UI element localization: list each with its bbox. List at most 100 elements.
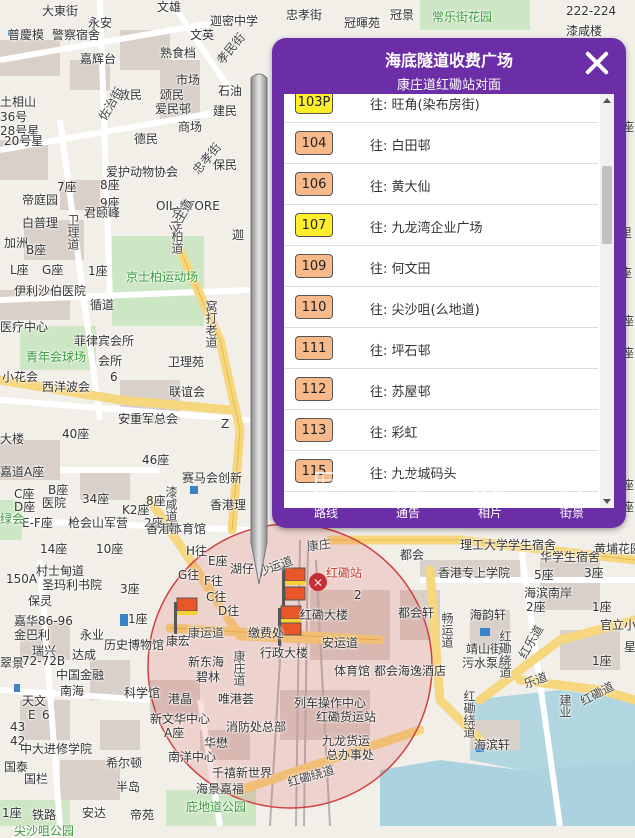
route-number-badge[interactable]: 107 (295, 213, 333, 237)
map-label: 新东海 (188, 655, 225, 669)
map-label: 漆咸道南 (164, 486, 178, 534)
route-row[interactable]: 113 往: 彩虹 (284, 410, 598, 451)
route-list-panel[interactable]: 103P 往: 旺角(染布房街) 104 往: 白田邨 106 往: 黄大仙 107 往: 九… (284, 94, 614, 508)
scrollbar-thumb[interactable] (602, 166, 612, 244)
map-label: 尖沙咀公园 (14, 824, 75, 838)
route-number-badge[interactable]: 112 (295, 377, 333, 401)
scroll-up-arrow-icon[interactable] (603, 98, 611, 103)
route-destination: 往: 旺角(染布房街) (370, 98, 480, 113)
map-label: 3座 (120, 582, 140, 596)
map-label: 靖山街 (466, 642, 503, 656)
map-label: 医疗中心 (0, 320, 49, 334)
map-label: B座 (26, 243, 47, 257)
map-label: 康运道 (188, 626, 225, 640)
route-number-badge[interactable]: 113 (295, 418, 333, 442)
map-label: 体育馆 (334, 664, 371, 678)
map-label: 红磡大楼 (300, 608, 349, 622)
map-label: 官立小 (600, 618, 635, 632)
route-number-badge[interactable]: 111 (295, 336, 333, 360)
map-label: 海滨轩 (474, 738, 511, 752)
tab-route[interactable]: 路线 (286, 472, 366, 526)
map-label: 1座 (592, 600, 612, 614)
map-label: 华懋 (204, 736, 229, 750)
tab-notice[interactable]: 通告 (368, 472, 448, 526)
map-label: G往 (178, 568, 200, 582)
bus-stop-popup: 海底隧道收费广场 康庄道红磡站对面 103P 往: 旺角(染布房街) 104 往: 白… (272, 38, 626, 528)
map-label: 嘉辉台 (80, 52, 117, 66)
map-label: A座 (164, 726, 185, 740)
map-label: 大楼 (0, 432, 25, 446)
scrollbar[interactable] (600, 94, 614, 508)
map-label: 普慶模 (8, 28, 45, 42)
map-label: Z (221, 417, 230, 431)
map-label: 爱民邨 (155, 102, 192, 116)
map-label: C往 (206, 590, 227, 604)
route-number-badge[interactable]: 103P (295, 94, 333, 114)
map-label: 7座 (57, 180, 77, 194)
tab-route-label: 路线 (313, 506, 338, 520)
route-row[interactable]: 111 往: 坪石邨 (284, 328, 598, 369)
route-row[interactable]: 104 往: 白田邨 (284, 123, 598, 164)
map-label: 都会 (400, 548, 425, 562)
map-label: 海景嘉福 (196, 782, 245, 796)
map-label: 村士甸道 (36, 564, 85, 578)
route-row[interactable]: 106 往: 黄大仙 (284, 164, 598, 205)
close-icon[interactable] (582, 48, 612, 78)
route-row[interactable]: 107 往: 九龙湾企业广场 (284, 205, 598, 246)
map-label: 43 (10, 720, 26, 734)
map-label: 1座 (2, 806, 22, 820)
map-label: 6 (42, 708, 50, 722)
map-label: 3座 (584, 566, 604, 580)
map-label: 文雄 (157, 0, 182, 14)
map-label: 安运道 (322, 636, 359, 650)
route-number-badge[interactable]: 106 (295, 172, 333, 196)
map-label: 海韵轩 (470, 608, 507, 622)
route-row[interactable]: 110 往: 尖沙咀(么地道) (284, 287, 598, 328)
route-row[interactable]: 103P 往: 旺角(染布房街) (284, 94, 598, 123)
route-destination: 往: 黄大仙 (370, 180, 431, 195)
map-label: 帝庭园 (22, 193, 59, 207)
map-label: 消防处总部 (226, 720, 287, 734)
camera-icon (475, 475, 505, 499)
map-label: 红磡站 (326, 566, 363, 580)
route-destination: 往: 坪石邨 (370, 344, 431, 359)
map-label: 华学生宿舍 (540, 550, 601, 564)
map-label: 南洋中心 (168, 750, 217, 764)
harbour-water (380, 760, 635, 826)
map-label: 迦 (232, 228, 245, 242)
map-label: 九龙货运 (322, 734, 371, 748)
route-row[interactable]: 112 往: 苏屋邨 (284, 369, 598, 410)
map-label: 20号星 (4, 134, 44, 148)
map-label: 翠景 (0, 656, 25, 670)
map-label: 行政大楼 (260, 646, 309, 660)
route-number-badge[interactable]: 109 (295, 254, 333, 278)
map-label: 40座 (62, 427, 90, 441)
map-label: 商场 (178, 120, 203, 134)
map-label: 红磡货运站 (316, 710, 377, 724)
map-label: 白普理 (22, 216, 59, 230)
route-row[interactable]: 109 往: 何文田 (284, 246, 598, 287)
map-label: 都会轩 (398, 606, 435, 620)
map-label: 小花会 (2, 370, 39, 384)
map-label: 帝苑 (130, 808, 155, 822)
map-label: 都会海逸酒店 (374, 664, 447, 678)
map-label: 150A (6, 572, 38, 586)
map-label: 嘉道A座 (0, 465, 45, 479)
map-label: 新文华中心 (150, 712, 211, 726)
map-label: 金巴利 (14, 628, 51, 642)
route-number-badge[interactable]: 104 (295, 131, 333, 155)
tab-photo[interactable]: 相片 (450, 472, 530, 526)
map-label: 德民 (134, 132, 159, 146)
map-label: 常乐街花园 (432, 10, 493, 24)
tab-streetview-label: 街景 (559, 506, 584, 520)
map-label: 达成 (72, 648, 97, 662)
map-label: 46座 (142, 453, 170, 467)
map-label: 列车操作中心 (294, 696, 367, 710)
tab-streetview[interactable]: 街景 (532, 472, 612, 526)
map-label: 康庄道 (232, 650, 246, 686)
map-label: 保民 (213, 158, 238, 172)
map-label: 循道 (90, 298, 115, 312)
map-label: 君颐峰 (84, 206, 121, 220)
map-label: 历史博物馆 (104, 638, 165, 652)
route-number-badge[interactable]: 110 (295, 295, 333, 319)
